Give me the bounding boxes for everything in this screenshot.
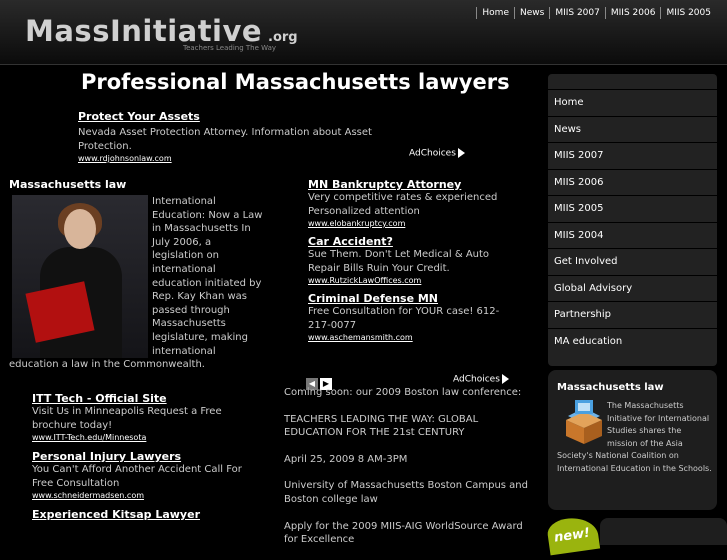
- news-line: Coming soon: our 2009 Boston law confere…: [284, 387, 522, 398]
- photo-face: [64, 209, 96, 249]
- adchoices-link[interactable]: AdChoices: [409, 148, 465, 159]
- ad-description: Very competitive rates & experienced Per…: [308, 192, 498, 217]
- ad-title-link[interactable]: Experienced Kitsap Lawyer: [32, 508, 242, 521]
- sidebar-item-partnership[interactable]: Partnership: [548, 301, 717, 328]
- site-logo[interactable]: MassInitiative: [25, 14, 262, 48]
- ad-url-link[interactable]: www.elobankruptcy.com: [308, 219, 518, 228]
- sidebar-item-global-advisory[interactable]: Global Advisory: [548, 274, 717, 302]
- ad-title-link[interactable]: ITT Tech - Official Site: [32, 392, 242, 405]
- news-line: Apply for the 2009 MIIS-AIG WorldSource …: [284, 520, 523, 546]
- top-nav-news[interactable]: News: [513, 7, 549, 19]
- ad-block: Car Accident? Sue Them. Don't Let Medica…: [308, 235, 518, 285]
- ad-title-link[interactable]: MN Bankruptcy Attorney: [308, 178, 518, 191]
- ad-list-right: MN Bankruptcy Attorney Very competitive …: [308, 178, 518, 349]
- ad-title-link[interactable]: Protect Your Assets: [78, 110, 418, 123]
- sidebar-box-title: Massachusetts law: [557, 382, 664, 393]
- page-title: Professional Massachusetts lawyers: [81, 70, 510, 94]
- ad-url-link[interactable]: www.ITT-Tech.edu/Minnesota: [32, 433, 242, 442]
- section-title-massachusetts-law: Massachusetts law: [9, 178, 127, 191]
- new-badge-label: new!: [553, 525, 591, 546]
- ad-block: Experienced Kitsap Lawyer: [32, 508, 242, 521]
- ad-title-link[interactable]: Car Accident?: [308, 235, 518, 248]
- sidebar-item-ma-education[interactable]: MA education: [548, 327, 717, 355]
- sidebar-item-miis-2006[interactable]: MIIS 2006: [548, 168, 717, 196]
- sidebar-box-next: [600, 518, 727, 545]
- sidebar-item-miis-2004[interactable]: MIIS 2004: [548, 221, 717, 249]
- ad-block: Personal Injury Lawyers You Can't Afford…: [32, 450, 242, 500]
- sidebar-item-news[interactable]: News: [548, 115, 717, 143]
- sidebar-item-home[interactable]: Home: [548, 89, 717, 116]
- news-section: Coming soon: our 2009 Boston law confere…: [284, 386, 534, 560]
- ad-description: Visit Us in Minneapolis Request a Free b…: [32, 406, 222, 431]
- sidebar-item-get-involved[interactable]: Get Involved: [548, 248, 717, 275]
- lawyer-photo: [12, 195, 148, 358]
- ad-title-link[interactable]: Criminal Defense MN: [308, 292, 518, 305]
- ad-block: Protect Your Assets Nevada Asset Protect…: [78, 110, 418, 163]
- ad-block: MN Bankruptcy Attorney Very competitive …: [308, 178, 518, 228]
- top-nav-miis-2005[interactable]: MIIS 2005: [660, 7, 716, 19]
- ad-description: You Can't Afford Another Accident Call F…: [32, 464, 242, 489]
- news-line: University of Massachusetts Boston Campu…: [284, 480, 528, 505]
- adchoices-icon: [457, 148, 465, 158]
- site-header: MassInitiative .org Teachers Leading The…: [0, 0, 727, 65]
- top-nav-miis-2007[interactable]: MIIS 2007: [549, 7, 605, 19]
- ad-list-left: ITT Tech - Official Site Visit Us in Min…: [32, 392, 242, 529]
- sidebar-item-miis-2007[interactable]: MIIS 2007: [548, 142, 717, 169]
- ad-block: Criminal Defense MN Free Consultation fo…: [308, 292, 518, 342]
- top-navigation: Home News MIIS 2007 MIIS 2006 MIIS 2005: [476, 7, 716, 19]
- ad-block: ITT Tech - Official Site Visit Us in Min…: [32, 392, 242, 442]
- ad-description: Sue Them. Don't Let Medical & Auto Repai…: [308, 249, 490, 274]
- new-badge: new!: [545, 514, 601, 556]
- logo-suffix: .org: [268, 30, 298, 45]
- sidebar-item-miis-2005[interactable]: MIIS 2005: [548, 195, 717, 222]
- ad-url-link[interactable]: www.rdjohnsonlaw.com: [78, 154, 418, 163]
- ad-url-link[interactable]: www.RutzickLawOffices.com: [308, 276, 518, 285]
- ad-description: Nevada Asset Protection Attorney. Inform…: [78, 127, 372, 152]
- adchoices-label: AdChoices: [409, 148, 456, 159]
- top-nav-miis-2006[interactable]: MIIS 2006: [604, 7, 661, 19]
- sidebar-navigation: Home News MIIS 2007 MIIS 2006 MIIS 2005 …: [548, 74, 717, 366]
- ad-url-link[interactable]: www.schneidermadsen.com: [32, 491, 242, 500]
- news-line: TEACHERS LEADING THE WAY: GLOBAL EDUCATI…: [284, 413, 479, 439]
- ad-description: Free Consultation for YOUR case! 612-217…: [308, 306, 500, 331]
- adchoices-label: AdChoices: [453, 374, 500, 385]
- news-line: April 25, 2009 8 AM-3PM: [284, 453, 408, 465]
- ad-url-link[interactable]: www.aschemansmith.com: [308, 333, 518, 342]
- site-tagline: Teachers Leading The Way: [183, 44, 277, 52]
- open-box-icon: [566, 400, 602, 444]
- ad-title-link[interactable]: Personal Injury Lawyers: [32, 450, 242, 463]
- top-nav-home[interactable]: Home: [476, 7, 514, 19]
- adchoices-link[interactable]: AdChoices: [453, 374, 509, 385]
- adchoices-icon: [501, 374, 509, 384]
